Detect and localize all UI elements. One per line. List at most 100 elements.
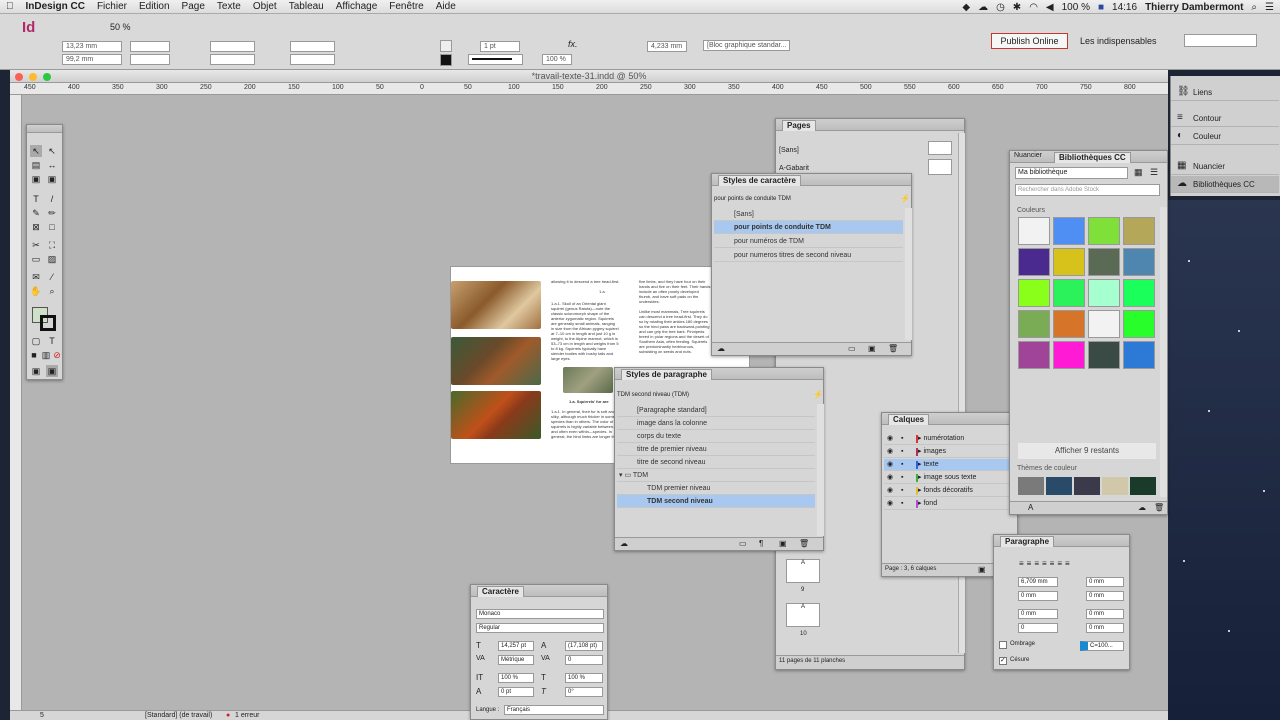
char-style-numeros-tdm[interactable]: pour numéros de TDM (714, 235, 903, 248)
preflight-profile[interactable]: [Standard] (de travail) (145, 711, 212, 720)
format-container-icon[interactable]: ▢ (30, 335, 42, 347)
clock[interactable]: 14:16 (1112, 2, 1137, 13)
color-swatch[interactable] (1123, 217, 1155, 245)
color-swatch[interactable] (1018, 248, 1050, 276)
color-swatch[interactable] (1053, 279, 1085, 307)
para-new-style-icon[interactable]: ▣ (779, 539, 787, 548)
character-header[interactable]: Caractère (471, 585, 607, 597)
drop-cap-lines-field[interactable]: 0 (1018, 623, 1058, 633)
tools-panel-header[interactable] (27, 125, 62, 133)
spotlight-icon[interactable]: ⌕ (1251, 2, 1257, 13)
libraries-header[interactable]: Nuancier Bibliothèques CC (1010, 151, 1167, 163)
color-swatch[interactable] (1053, 341, 1085, 369)
horizontal-scale-field[interactable]: 100 % (565, 673, 603, 683)
page-tool-icon[interactable]: ▤ (30, 159, 42, 171)
page-9-thumb[interactable]: A (786, 559, 820, 583)
theme-color[interactable] (1102, 477, 1128, 495)
kerning-field[interactable]: Métrique (498, 655, 534, 665)
char-style-points-tdm[interactable]: pour points de conduite TDM (714, 221, 903, 234)
opacity-field[interactable]: 100 % (542, 54, 572, 65)
color-swatch[interactable] (1053, 310, 1085, 338)
bluetooth-icon[interactable]: ✱ (1013, 2, 1021, 13)
color-swatch[interactable] (1088, 248, 1120, 276)
layers-tab[interactable]: Calques (888, 414, 930, 425)
lock-icon[interactable]: ▪ (901, 498, 903, 510)
dock-item[interactable]: ▦ Nuancier (1171, 158, 1279, 175)
lock-icon[interactable]: ▪ (901, 446, 903, 458)
scale-y-field[interactable] (210, 54, 255, 65)
vertical-ruler[interactable] (10, 95, 22, 710)
master-a-gabarit[interactable]: A-Gabarit (779, 165, 809, 172)
library-delete-icon[interactable]: 🗑 (1154, 503, 1164, 512)
right-indent-field[interactable]: 0 mm (1086, 577, 1124, 587)
space-after-field[interactable]: 0 mm (1086, 609, 1124, 619)
visibility-eye-icon[interactable]: ◉ (887, 498, 893, 510)
para-style-tdm-second[interactable]: TDM second niveau (617, 495, 815, 508)
first-line-indent-field[interactable]: 0 mm (1018, 591, 1058, 601)
visibility-eye-icon[interactable]: ◉ (887, 472, 893, 484)
new-layer-icon[interactable]: ▣ (978, 565, 986, 574)
column-2-intro[interactable]: five limbs, and they have four on their … (639, 279, 711, 305)
eyedropper-tool-icon[interactable]: ⁄ (46, 271, 58, 283)
theme-color[interactable] (1046, 477, 1072, 495)
stock-search-input[interactable]: Rechercher dans Adobe Stock (1015, 184, 1160, 196)
para-style-titre-second[interactable]: titre de second niveau (617, 456, 815, 469)
add-content-icon[interactable]: A (1028, 503, 1033, 512)
stroke-type-field[interactable] (468, 54, 523, 65)
list-view-icon[interactable]: ☰ (1150, 167, 1158, 178)
lock-icon[interactable]: ▪ (901, 485, 903, 497)
battery-text[interactable]: 100 % (1062, 2, 1090, 13)
rectangle-tool-icon[interactable]: □ (46, 221, 58, 233)
visibility-eye-icon[interactable]: ◉ (887, 433, 893, 445)
close-icon[interactable] (15, 73, 23, 81)
shading-color-select[interactable]: C=100... (1080, 641, 1124, 651)
color-swatch[interactable] (1018, 341, 1050, 369)
rectangle-frame-tool-icon[interactable]: ⊠ (30, 221, 42, 233)
stroke-color-icon[interactable] (40, 315, 56, 331)
h-field[interactable] (130, 54, 170, 65)
stroke-swatch[interactable] (440, 54, 452, 66)
para-style-corps-texte[interactable]: corps du texte (617, 430, 815, 443)
baseline-field[interactable]: 0 pt (498, 687, 534, 697)
para-styles-header[interactable]: Styles de paragraphe (615, 368, 823, 380)
theme-color[interactable] (1074, 477, 1100, 495)
pages-panel-header[interactable]: Pages (776, 119, 964, 131)
menu-fenetre[interactable]: Fenêtre (383, 1, 429, 12)
tab-bibliotheques-cc[interactable]: Bibliothèques CC (1054, 152, 1131, 163)
color-swatch[interactable] (1123, 279, 1155, 307)
shear-field[interactable] (290, 54, 335, 65)
horizontal-ruler[interactable]: 450 400 350 300 250 200 150 100 50 0 50 100 150 200 25… (10, 83, 1168, 95)
direct-selection-tool-icon[interactable]: ↖ (46, 145, 58, 157)
char-styles-header[interactable]: Styles de caractère (712, 174, 911, 186)
shading-checkbox[interactable] (999, 641, 1007, 649)
content-placer-icon[interactable]: ▣ (46, 173, 58, 185)
cloud-icon[interactable]: ☁ (978, 2, 988, 13)
menu-texte[interactable]: Texte (211, 1, 247, 12)
column-1-text[interactable]: 1.a.1. Skull of an Oriental giant squirr… (551, 301, 619, 365)
menu-fichier[interactable]: Fichier (91, 1, 133, 12)
lock-icon[interactable]: ▪ (901, 433, 903, 445)
zoom-icon[interactable] (43, 73, 51, 81)
menu-aide[interactable]: Aide (430, 1, 462, 12)
para-styles-scrollbar[interactable] (817, 404, 824, 536)
color-swatch[interactable] (1123, 310, 1155, 338)
zoom-tool-icon[interactable]: ⌕ (46, 285, 58, 297)
pen-tool-icon[interactable]: ✎ (30, 207, 42, 219)
stroke-weight-field[interactable]: 1 pt (480, 41, 520, 52)
app-menu[interactable]: InDesign CC (20, 1, 91, 12)
menu-edition[interactable]: Edition (133, 1, 176, 12)
new-style-lightning-icon[interactable]: ⚡ (900, 194, 910, 203)
para-style-group-tdm[interactable]: ▾ ▭ TDM (617, 469, 815, 482)
gap-tool-icon[interactable]: ↔ (46, 159, 58, 171)
squirrel-photo-2[interactable] (451, 337, 541, 385)
sync-icon[interactable]: ☁ (1138, 503, 1146, 512)
char-style-numeros-titres[interactable]: pour numeros titres de second niveau (714, 249, 903, 262)
para-delete-icon[interactable]: 🗑 (799, 539, 809, 548)
layer-row[interactable]: ◉ ▪ ▸ image sous texte (884, 472, 1009, 484)
paragraph-header[interactable]: Paragraphe (994, 535, 1129, 547)
paragraph-tab[interactable]: Paragraphe (1000, 536, 1055, 547)
layer-row[interactable]: ◉ ▪ ▸ fonds décoratifs (884, 485, 1009, 497)
new-group-icon[interactable]: ▭ (848, 344, 856, 353)
screen-mode-icon[interactable]: ▣ (30, 365, 42, 377)
object-style-select[interactable]: [Bloc graphique standar... (703, 40, 790, 51)
